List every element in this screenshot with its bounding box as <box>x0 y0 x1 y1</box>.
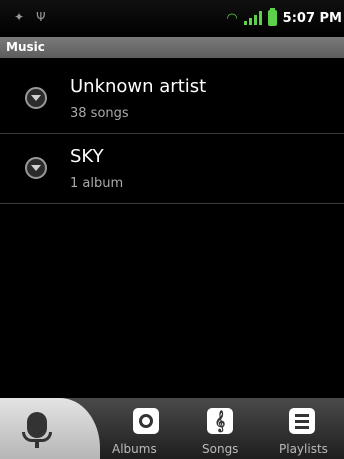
tab-voice-search[interactable] <box>0 398 100 459</box>
signal-icon <box>243 11 262 25</box>
android-icon: ✦ <box>14 10 25 24</box>
tab-songs[interactable]: 𝄞 Songs <box>192 398 256 459</box>
expand-icon[interactable] <box>25 157 47 179</box>
tab-label: Albums <box>112 442 157 456</box>
app-title: Music <box>0 37 344 58</box>
artist-name: Unknown artist <box>70 76 207 97</box>
artist-name: SKY <box>70 146 104 167</box>
artist-song-count: 38 songs <box>70 106 129 121</box>
tab-albums[interactable]: Albums <box>110 398 186 459</box>
wifi-icon: ◠ <box>226 10 238 26</box>
list-item[interactable]: SKY 1 album <box>0 134 344 204</box>
tab-bar: Albums 𝄞 Songs Playlists <box>0 398 344 459</box>
tab-label: Playlists <box>279 442 328 456</box>
treble-clef-icon: 𝄞 <box>207 408 233 434</box>
expand-icon[interactable] <box>25 87 47 109</box>
artist-list: Unknown artist 38 songs SKY 1 album <box>0 64 344 204</box>
list-item[interactable]: Unknown artist 38 songs <box>0 64 344 134</box>
tab-label: Songs <box>202 442 239 456</box>
status-bar: ✦ Ψ ◠ 5:07 PM <box>0 0 344 37</box>
album-disc-icon <box>133 408 159 434</box>
status-time: 5:07 PM <box>282 10 342 26</box>
usb-icon: Ψ <box>36 10 46 24</box>
battery-icon <box>267 8 277 26</box>
tab-playlists[interactable]: Playlists <box>276 398 344 459</box>
playlist-icon <box>289 408 315 434</box>
artist-album-count: 1 album <box>70 176 124 191</box>
